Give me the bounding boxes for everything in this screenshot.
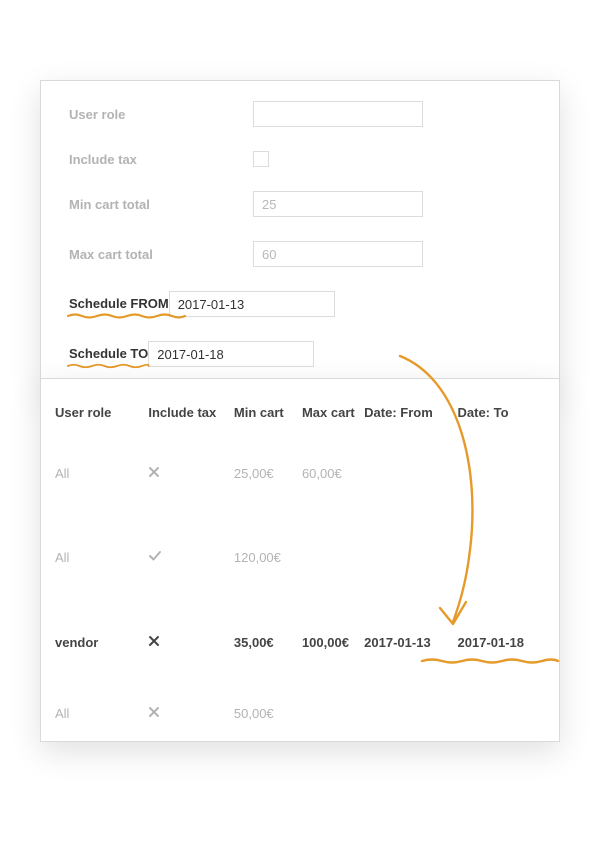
user-role-label: User role <box>69 107 253 122</box>
cell-tax <box>148 466 234 481</box>
col-header-from: Date: From <box>364 405 457 420</box>
schedule-to-label: Schedule TO <box>69 346 148 361</box>
schedule-to-row: Schedule TO <box>69 341 531 367</box>
cell-to: 2017-01-18 <box>458 635 546 650</box>
table-row: All 50,00€ <box>41 685 559 741</box>
include-tax-checkbox[interactable] <box>253 151 269 167</box>
cell-min: 25,00€ <box>234 466 302 481</box>
min-cart-label: Min cart total <box>69 197 253 212</box>
cell-role: vendor <box>55 635 148 650</box>
cell-role: All <box>55 466 148 481</box>
max-cart-row: Max cart total <box>69 241 531 267</box>
x-icon <box>148 706 160 718</box>
schedule-from-input[interactable] <box>169 291 335 317</box>
cell-min: 50,00€ <box>234 706 302 721</box>
cell-tax <box>148 550 234 565</box>
col-header-min: Min cart <box>234 405 302 420</box>
underline-annotation-icon <box>67 362 167 370</box>
include-tax-label: Include tax <box>69 152 253 167</box>
cell-min: 35,00€ <box>234 635 302 650</box>
col-header-role: User role <box>55 405 148 420</box>
user-role-input[interactable] <box>253 101 423 127</box>
x-icon <box>148 635 160 647</box>
table-row: All 25,00€ 60,00€ <box>41 431 559 515</box>
cell-max: 100,00€ <box>302 635 364 650</box>
min-cart-input[interactable] <box>253 191 423 217</box>
col-header-max: Max cart <box>302 405 364 420</box>
rules-table-panel: User role Include tax Min cart Max cart … <box>40 378 560 742</box>
user-role-row: User role <box>69 101 531 127</box>
table-row: All 120,00€ <box>41 515 559 599</box>
schedule-from-label: Schedule FROM <box>69 296 169 311</box>
min-cart-row: Min cart total <box>69 191 531 217</box>
check-icon <box>148 550 162 562</box>
schedule-to-input[interactable] <box>148 341 314 367</box>
cell-tax <box>148 706 234 721</box>
settings-form-panel: User role Include tax Min cart total Max… <box>40 80 560 392</box>
x-icon <box>148 466 160 478</box>
col-header-to: Date: To <box>458 405 546 420</box>
table-header-row: User role Include tax Min cart Max cart … <box>41 393 559 431</box>
max-cart-label: Max cart total <box>69 247 253 262</box>
cell-max: 60,00€ <box>302 466 364 481</box>
underline-annotation-icon <box>67 312 187 320</box>
include-tax-row: Include tax <box>69 151 531 167</box>
cell-tax <box>148 635 234 650</box>
cell-from: 2017-01-13 <box>364 635 457 650</box>
cell-min: 120,00€ <box>234 550 302 565</box>
cell-role: All <box>55 550 148 565</box>
table-row-active: vendor 35,00€ 100,00€ 2017-01-13 2017-01… <box>41 599 559 685</box>
max-cart-input[interactable] <box>253 241 423 267</box>
col-header-tax: Include tax <box>148 405 234 420</box>
cell-role: All <box>55 706 148 721</box>
schedule-from-row: Schedule FROM <box>69 291 531 317</box>
